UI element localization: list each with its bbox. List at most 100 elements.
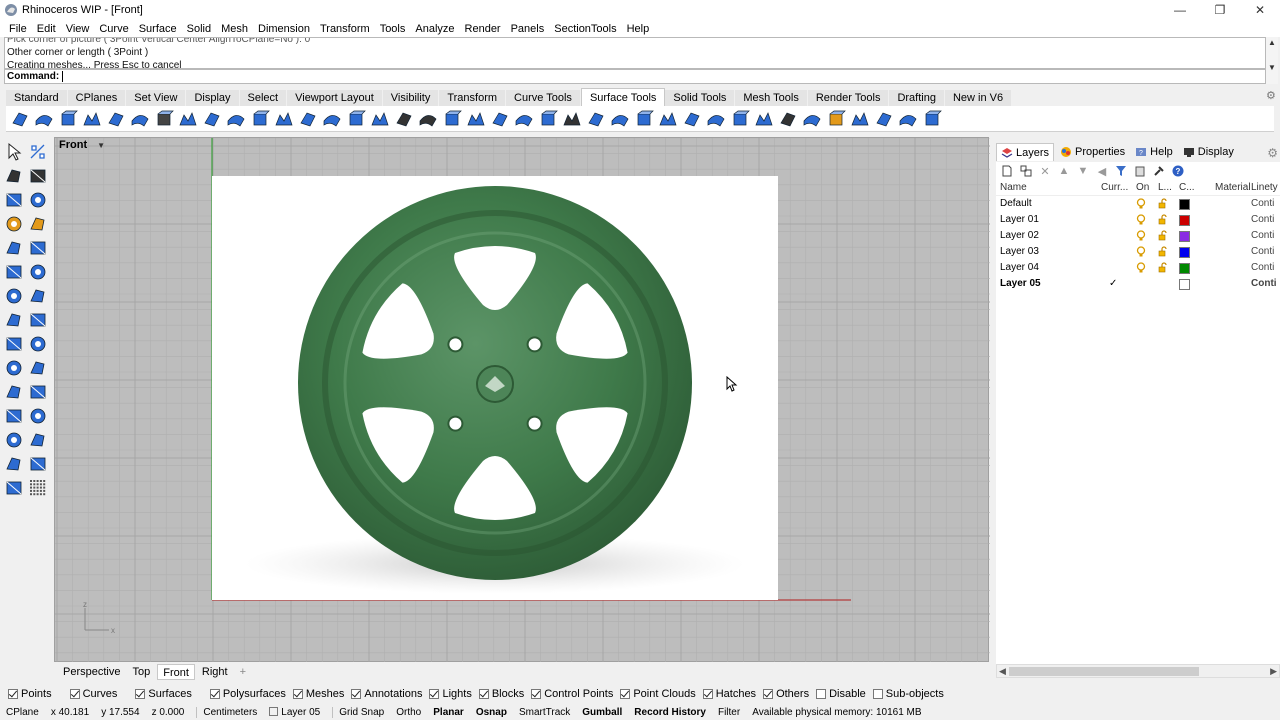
- rectangle-icon[interactable]: [28, 262, 48, 282]
- viewport-tab-right[interactable]: Right: [197, 664, 233, 680]
- smarttrack-toggle[interactable]: SmartTrack: [519, 707, 570, 718]
- point-icon[interactable]: [4, 190, 24, 210]
- tab-select[interactable]: Select: [239, 90, 288, 106]
- osnap-polysurfaces[interactable]: Polysurfaces: [209, 688, 286, 700]
- rail-revolve-icon[interactable]: [178, 109, 198, 129]
- shell-icon[interactable]: [28, 430, 48, 450]
- merge-edge-icon[interactable]: [706, 109, 726, 129]
- split-icon[interactable]: [28, 382, 48, 402]
- untrim-icon[interactable]: [538, 109, 558, 129]
- add-viewport-tab-button[interactable]: +: [235, 664, 251, 680]
- rebuild-icon[interactable]: [4, 406, 24, 426]
- tab-cplanes[interactable]: CPlanes: [67, 90, 127, 106]
- tab-new-in-v6[interactable]: New in V6: [944, 90, 1013, 106]
- osnap-hatches[interactable]: Hatches: [702, 688, 756, 700]
- tab-drafting[interactable]: Drafting: [889, 90, 945, 106]
- checkbox[interactable]: [816, 689, 827, 699]
- surface-from-curves-icon[interactable]: [28, 286, 48, 306]
- extrude-along-curve-icon[interactable]: [250, 109, 270, 129]
- circle-icon[interactable]: [4, 238, 24, 258]
- panel-tab-display[interactable]: Display: [1179, 143, 1238, 161]
- move-down-icon[interactable]: ▼: [1076, 164, 1090, 178]
- move-parent-icon[interactable]: ◀: [1095, 164, 1109, 178]
- gear-icon[interactable]: ⚙: [1266, 90, 1278, 102]
- tab-visibility[interactable]: Visibility: [382, 90, 440, 106]
- panel-tab-layers[interactable]: Layers: [996, 143, 1055, 161]
- viewport-icon[interactable]: [4, 478, 24, 498]
- layer-linetype[interactable]: Conti: [1251, 260, 1274, 276]
- trim-icon[interactable]: [4, 382, 24, 402]
- chamfer-surface-icon[interactable]: [442, 109, 462, 129]
- drape-icon[interactable]: [370, 109, 390, 129]
- tab-transform[interactable]: Transform: [439, 90, 507, 106]
- scroll-up-icon[interactable]: ▲: [1266, 37, 1278, 48]
- filter-icon[interactable]: [1114, 164, 1128, 178]
- layer-linetype[interactable]: Conti: [1251, 196, 1274, 212]
- layer-name[interactable]: Layer 05: [1000, 276, 1041, 292]
- tab-curve-tools[interactable]: Curve Tools: [506, 90, 581, 106]
- network-surface-icon[interactable]: [322, 109, 342, 129]
- move-icon[interactable]: [4, 454, 24, 474]
- tab-standard[interactable]: Standard: [6, 90, 68, 106]
- front-viewport[interactable]: Front ▼ z x: [54, 137, 990, 663]
- rebuild-edges-icon[interactable]: [754, 109, 774, 129]
- tab-render-tools[interactable]: Render Tools: [807, 90, 890, 106]
- rebuild-surface-icon[interactable]: [610, 109, 630, 129]
- menu-transform[interactable]: Transform: [315, 23, 375, 35]
- scroll-thumb[interactable]: [1009, 667, 1199, 676]
- select-icon[interactable]: [4, 142, 24, 162]
- checkbox[interactable]: [429, 689, 440, 699]
- layer-linetype[interactable]: Conti: [1251, 228, 1274, 244]
- surface-icon[interactable]: [4, 214, 24, 234]
- offset-surface-icon[interactable]: [466, 109, 486, 129]
- offset-icon[interactable]: [28, 406, 48, 426]
- osnap-point-clouds[interactable]: Point Clouds: [620, 688, 696, 700]
- box-solid-icon[interactable]: [4, 310, 24, 330]
- layer-color-swatch[interactable]: [1179, 215, 1190, 226]
- layer-linetype[interactable]: Conti: [1251, 276, 1277, 292]
- layer-color-swatch[interactable]: [1179, 279, 1190, 290]
- checkbox[interactable]: [531, 689, 542, 699]
- checkbox[interactable]: [209, 689, 220, 699]
- layer-linetype[interactable]: Conti: [1251, 212, 1274, 228]
- sweep1-icon[interactable]: [106, 109, 126, 129]
- layer-tools-icon[interactable]: [1133, 164, 1147, 178]
- panel-tab-properties[interactable]: Properties: [1056, 143, 1129, 161]
- split-at-isocurve-icon[interactable]: [586, 109, 606, 129]
- pyramid-icon[interactable]: [28, 358, 48, 378]
- new-sublayer-icon[interactable]: [1019, 164, 1033, 178]
- fillet-curves-icon[interactable]: [28, 190, 48, 210]
- osnap-lights[interactable]: Lights: [429, 688, 472, 700]
- panel-tab-help[interactable]: ? Help: [1131, 143, 1177, 161]
- layer-row[interactable]: Layer 05 ✓ Conti: [996, 276, 1280, 292]
- change-degree-icon[interactable]: [634, 109, 654, 129]
- osnap-annotations[interactable]: Annotations: [351, 688, 422, 700]
- current-layer[interactable]: Layer 05: [269, 707, 320, 718]
- minimize-button[interactable]: —: [1160, 0, 1200, 20]
- grid-icon[interactable]: [28, 478, 48, 498]
- record-history-toggle[interactable]: Record History: [634, 707, 706, 718]
- xnurbs-icon[interactable]: [898, 109, 918, 129]
- osnap-meshes[interactable]: Meshes: [292, 688, 344, 700]
- grid-snap-toggle[interactable]: Grid Snap: [332, 707, 384, 718]
- boolean-union-icon[interactable]: [4, 334, 24, 354]
- viewport-name[interactable]: Front: [59, 139, 87, 151]
- layer-color-swatch[interactable]: [1179, 199, 1190, 210]
- extrude-straight-icon[interactable]: [226, 109, 246, 129]
- osnap-disable[interactable]: Disable: [816, 688, 866, 700]
- checkbox[interactable]: [478, 689, 489, 699]
- viewport-tab-front[interactable]: Front: [157, 664, 195, 680]
- layer-name[interactable]: Layer 01: [1000, 212, 1039, 228]
- heightfield-icon[interactable]: [394, 109, 414, 129]
- osnap-curves[interactable]: Curves: [69, 688, 117, 700]
- planar-toggle[interactable]: Planar: [433, 707, 464, 718]
- checkbox[interactable]: [8, 689, 18, 699]
- menu-analyze[interactable]: Analyze: [410, 23, 459, 35]
- layer-color-swatch[interactable]: [1179, 263, 1190, 274]
- osnap-surfaces[interactable]: Surfaces: [135, 688, 192, 700]
- command-input[interactable]: Command:: [4, 69, 1266, 84]
- split-edge-icon[interactable]: [682, 109, 702, 129]
- tab-surface-tools[interactable]: Surface Tools: [580, 88, 666, 106]
- tab-display[interactable]: Display: [186, 90, 240, 106]
- show-edges-icon[interactable]: [658, 109, 678, 129]
